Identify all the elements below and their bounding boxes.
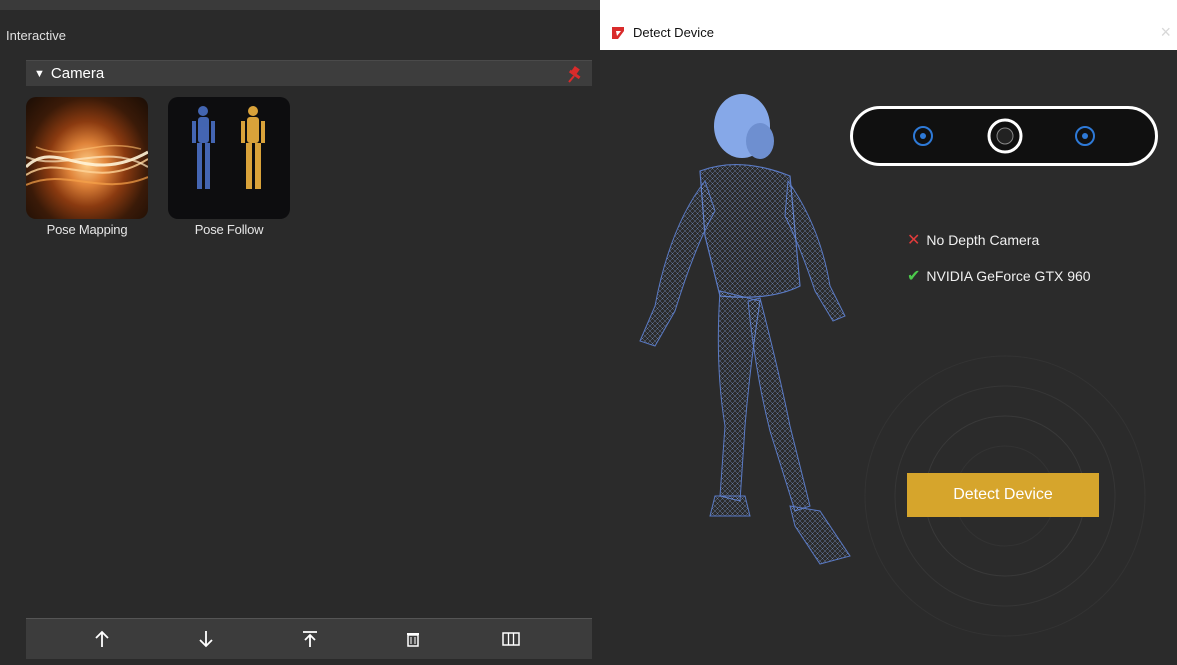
status-text: No Depth Camera [926,232,1040,248]
category-label: Camera [50,65,105,82]
silk-light-thumbnail [26,97,148,219]
move-to-top-icon[interactable] [290,619,330,659]
panel-title: Interactive [6,28,66,43]
columns-icon[interactable] [491,619,531,659]
close-icon[interactable]: × [1160,22,1171,43]
trash-icon[interactable] [393,619,433,659]
tile-pose-mapping[interactable]: Pose Mapping [26,97,148,237]
tile-label: Pose Follow [194,222,264,237]
status-text: NVIDIA GeForce GTX 960 [926,268,1091,284]
arrow-down-icon[interactable] [186,619,226,659]
two-figures-thumbnail [168,97,290,219]
triangle-down-icon: ▼ [34,67,45,80]
dialog-titlebar[interactable]: Detect Device × [600,16,1177,50]
pin-icon[interactable] [566,65,584,83]
status-no-depth-camera: ✕ No Depth Camera [907,230,1039,250]
wireframe-figure [639,94,851,565]
category-header-camera[interactable]: ▼ Camera [26,60,592,86]
status-gpu: ✔ NVIDIA GeForce GTX 960 [907,266,1091,286]
check-icon: ✔ [907,268,921,285]
top-strip [0,0,600,10]
depth-camera-graphic [850,106,1158,166]
bottom-toolbar [26,618,592,659]
interactive-panel: Interactive ▼ Camera Pose Mapping Pose F… [0,0,600,665]
arrow-up-icon[interactable] [82,619,122,659]
dialog-title: Detect Device [633,25,714,40]
detect-device-dialog: Detect Device × ✕ No Depth Camera ✔ NVID… [600,16,1177,665]
tile-label: Pose Mapping [46,222,128,237]
app-logo-icon [612,27,624,39]
tile-pose-follow[interactable]: Pose Follow [168,97,290,237]
detect-device-button[interactable]: Detect Device [907,473,1099,517]
cross-icon: ✕ [907,232,921,249]
